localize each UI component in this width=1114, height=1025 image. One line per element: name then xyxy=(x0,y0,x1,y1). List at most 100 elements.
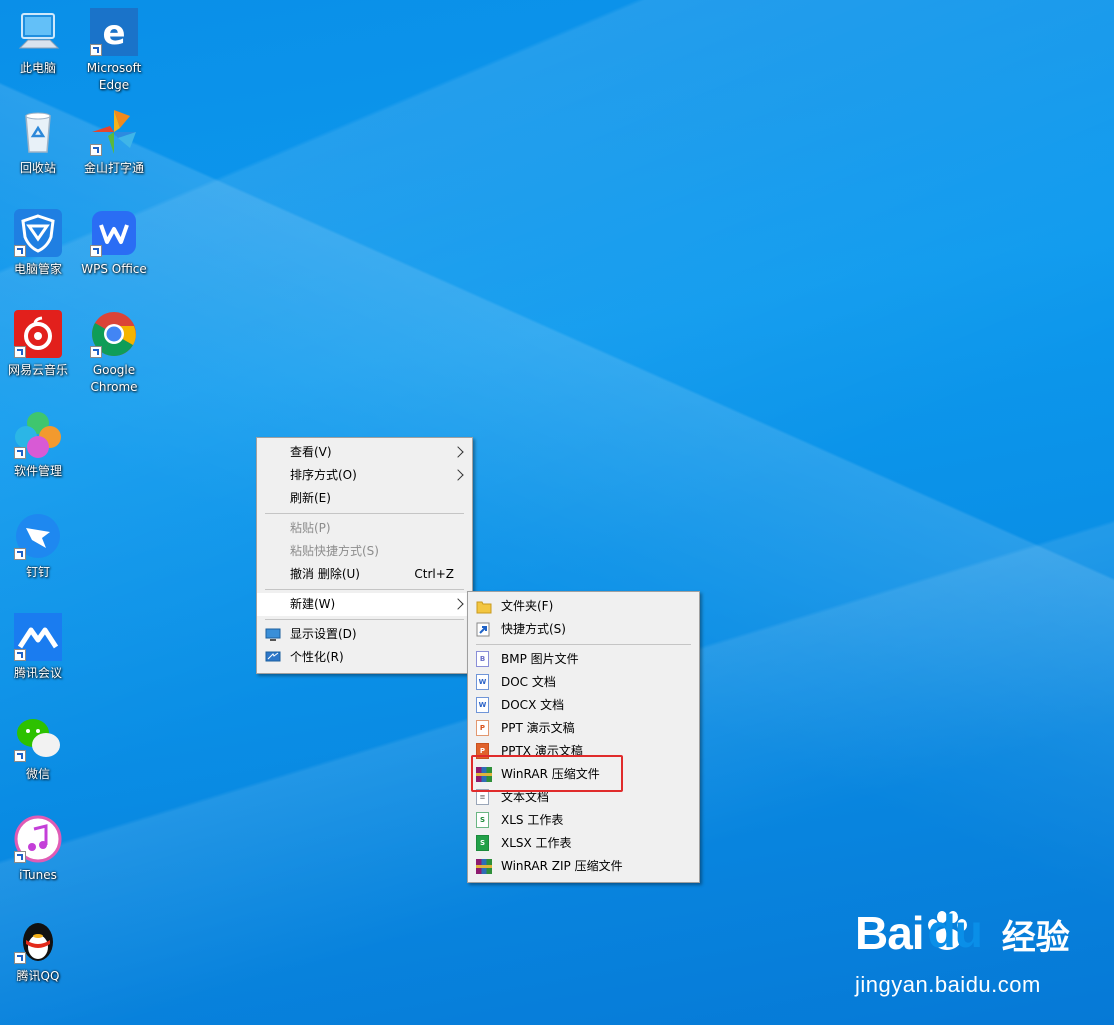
desktop-icon-label: 钉钉 xyxy=(25,565,50,579)
menu-item-paste-shortcut: 粘贴快捷方式(S) xyxy=(257,540,472,563)
shortcut-icon xyxy=(476,622,492,637)
shortcut-arrow-icon xyxy=(90,44,102,56)
pc-manager-icon xyxy=(14,209,62,257)
menu-item-label: 刷新(E) xyxy=(290,491,331,505)
submenu-item-xlsx[interactable]: S XLSX 工作表 xyxy=(468,832,699,855)
xlsx-file-icon: S xyxy=(476,835,489,851)
submenu-item-docx[interactable]: W DOCX 文档 xyxy=(468,694,699,717)
desktop-icon-kingsoft-typing[interactable]: 金山打字通 xyxy=(79,108,149,177)
shortcut-arrow-icon xyxy=(14,447,26,459)
wechat-icon xyxy=(14,714,62,762)
desktop-icon-chrome[interactable]: Google Chrome xyxy=(79,310,149,396)
shortcut-arrow-icon xyxy=(14,952,26,964)
menu-item-view[interactable]: 查看(V) xyxy=(257,441,472,464)
svg-text:e: e xyxy=(102,13,125,53)
submenu-item-ppt[interactable]: P PPT 演示文稿 xyxy=(468,717,699,740)
menu-item-label: 个性化(R) xyxy=(290,650,344,664)
display-icon xyxy=(265,627,281,642)
wps-icon xyxy=(90,209,138,257)
xls-file-icon: S xyxy=(476,812,489,828)
menu-separator xyxy=(265,513,464,514)
menu-item-label: 显示设置(D) xyxy=(290,627,357,641)
desktop-icon-label: iTunes xyxy=(19,868,57,882)
itunes-icon xyxy=(14,815,62,863)
desktop-icon-edge[interactable]: e Microsoft Edge xyxy=(79,8,149,94)
desktop-icon-label: 腾讯QQ xyxy=(16,969,60,983)
watermark-brand-cn: 经验 xyxy=(1001,918,1070,958)
menu-item-label: 排序方式(O) xyxy=(290,468,357,482)
watermark-brand-left: Bai xyxy=(855,907,925,959)
shortcut-arrow-icon xyxy=(14,245,26,257)
submenu-item-xls[interactable]: S XLS 工作表 xyxy=(468,809,699,832)
menu-item-label: WinRAR ZIP 压缩文件 xyxy=(501,859,623,873)
desktop-icon-label: 金山打字通 xyxy=(83,161,144,175)
watermark-brand-right: du xyxy=(927,905,983,957)
watermark-url: jingyan.baidu.com xyxy=(855,972,1041,997)
desktop-icon-tencent-meeting[interactable]: 腾讯会议 xyxy=(3,613,73,682)
submenu-item-winrar-zip[interactable]: WinRAR ZIP 压缩文件 xyxy=(468,855,699,878)
chevron-right-icon xyxy=(452,446,464,458)
shortcut-arrow-icon xyxy=(14,750,26,762)
new-submenu: 文件夹(F) 快捷方式(S) B BMP 图片文件 W DOC 文档 W DOC… xyxy=(467,591,700,883)
menu-item-undo-delete[interactable]: 撤消 删除(U) Ctrl+Z xyxy=(257,563,472,586)
ppt-file-icon: P xyxy=(476,720,489,736)
docx-file-icon: W xyxy=(476,697,489,713)
desktop-icon-label: 此电脑 xyxy=(19,61,56,75)
software-manager-icon xyxy=(14,411,62,459)
desktop-icon-wechat[interactable]: 微信 xyxy=(3,714,73,783)
desktop-icon-label: 回收站 xyxy=(19,161,56,175)
menu-item-label: DOC 文档 xyxy=(501,675,556,689)
desktop-icon-itunes[interactable]: iTunes xyxy=(3,815,73,884)
menu-item-personalize[interactable]: 个性化(R) xyxy=(257,646,472,669)
desktop-icon-label: 微信 xyxy=(25,767,50,781)
chevron-right-icon xyxy=(452,598,464,610)
desktop-icon-netease-music[interactable]: 网易云音乐 xyxy=(3,310,73,379)
submenu-item-folder[interactable]: 文件夹(F) xyxy=(468,595,699,618)
menu-item-new[interactable]: 新建(W) xyxy=(257,593,472,616)
menu-item-label: 查看(V) xyxy=(290,445,332,459)
menu-separator xyxy=(265,619,464,620)
desktop-icon-label: 电脑管家 xyxy=(13,262,62,276)
baidu-jingyan-watermark: Bai du 经验 xyxy=(855,905,1070,960)
computer-icon xyxy=(14,8,62,56)
desktop-icon-label: 网易云音乐 xyxy=(7,363,68,377)
desktop-icon-label: Google Chrome xyxy=(90,363,138,394)
shortcut-arrow-icon xyxy=(90,144,102,156)
desktop-icon-pc-manager[interactable]: 电脑管家 xyxy=(3,209,73,278)
desktop-icon-wps[interactable]: WPS Office xyxy=(79,209,149,278)
menu-item-label: 粘贴(P) xyxy=(290,521,331,535)
shortcut-arrow-icon xyxy=(90,245,102,257)
folder-icon xyxy=(476,599,492,614)
menu-item-label: 快捷方式(S) xyxy=(501,622,566,636)
desktop-icon-dingtalk[interactable]: 钉钉 xyxy=(3,512,73,581)
menu-separator xyxy=(476,644,691,645)
netease-music-icon xyxy=(14,310,62,358)
menu-item-label: 粘贴快捷方式(S) xyxy=(290,544,379,558)
desktop-icon-software-manager[interactable]: 软件管理 xyxy=(3,411,73,480)
desktop-icon-label: 腾讯会议 xyxy=(13,666,62,680)
edge-icon: e xyxy=(90,8,138,56)
submenu-item-shortcut[interactable]: 快捷方式(S) xyxy=(468,618,699,641)
desktop-icon-qq[interactable]: 腾讯QQ xyxy=(3,916,73,985)
shortcut-arrow-icon xyxy=(14,548,26,560)
keyboard-shortcut: Ctrl+Z xyxy=(414,567,454,581)
menu-item-label: DOCX 文档 xyxy=(501,698,565,712)
desktop-icon-label: WPS Office xyxy=(81,262,147,276)
winrar-zip-icon xyxy=(476,859,492,874)
chrome-icon xyxy=(90,310,138,358)
desktop-icon-recycle-bin[interactable]: 回收站 xyxy=(3,108,73,177)
menu-item-label: PPT 演示文稿 xyxy=(501,721,575,735)
desktop-icon-this-pc[interactable]: 此电脑 xyxy=(3,8,73,77)
menu-item-refresh[interactable]: 刷新(E) xyxy=(257,487,472,510)
chevron-right-icon xyxy=(452,469,464,481)
shortcut-arrow-icon xyxy=(14,346,26,358)
desktop-icon-label: Microsoft Edge xyxy=(86,61,142,92)
submenu-item-bmp[interactable]: B BMP 图片文件 xyxy=(468,648,699,671)
menu-item-label: 新建(W) xyxy=(290,597,336,611)
menu-item-sort[interactable]: 排序方式(O) xyxy=(257,464,472,487)
submenu-item-doc[interactable]: W DOC 文档 xyxy=(468,671,699,694)
shortcut-arrow-icon xyxy=(14,649,26,661)
menu-item-display-settings[interactable]: 显示设置(D) xyxy=(257,623,472,646)
menu-item-label: XLS 工作表 xyxy=(501,813,564,827)
shortcut-arrow-icon xyxy=(14,851,26,863)
